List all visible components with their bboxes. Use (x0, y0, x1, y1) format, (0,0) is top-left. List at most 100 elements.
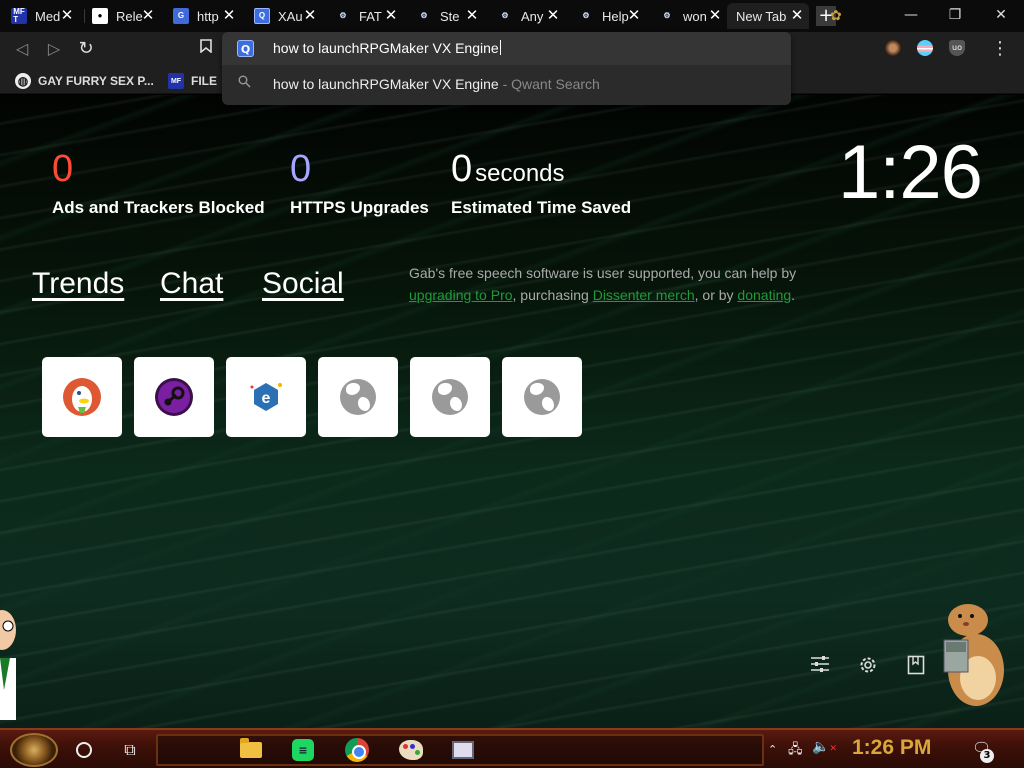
globe-icon: ◍ (15, 73, 31, 89)
close-icon[interactable]: ✕ (708, 8, 722, 23)
time-saved-value: 0 seconds (451, 150, 565, 193)
tab-xau[interactable]: Q XAu ✕ (243, 3, 322, 29)
omnibox-suggestion[interactable]: how to launchRPGMaker VX Engine - Qwant … (222, 69, 791, 99)
back-icon[interactable]: ◁ (12, 39, 32, 59)
suggestion-text: how to launchRPGMaker VX Engine - Qwant … (273, 76, 600, 92)
close-icon[interactable]: ✕ (222, 8, 236, 23)
close-icon[interactable]: ✕ (627, 8, 641, 23)
chat-app-button[interactable]: ≡ (290, 737, 316, 763)
customize-icon[interactable] (809, 655, 831, 677)
text-caret (499, 40, 501, 55)
file-explorer-button[interactable] (238, 737, 264, 763)
time-saved-number: 0 (451, 148, 473, 190)
ads-blocked-count: 0 (52, 148, 74, 190)
forward-icon[interactable]: ▷ (44, 39, 64, 59)
taskbar-clock[interactable]: 1:26 PM (852, 736, 931, 760)
close-icon[interactable]: ✕ (790, 8, 804, 23)
close-icon[interactable]: ✕ (384, 8, 398, 23)
flag-extension-icon[interactable] (917, 40, 933, 56)
hamster-character-image (943, 604, 1004, 706)
taskbar: ⧉ ≡ ⌃ 🖧 🔈✕ 1:26 PM 🗨 3 (0, 728, 1024, 768)
bookmarks-icon[interactable] (905, 655, 927, 677)
upgrade-pro-link[interactable]: upgrading to Pro (409, 287, 513, 303)
time-saved-unit: seconds (475, 160, 565, 187)
task-view-icon[interactable]: ⧉ (120, 740, 140, 760)
steam-icon: ⚙ (420, 11, 428, 20)
tab-fat[interactable]: ⚙ FAT ✕ (324, 3, 403, 29)
chrome-button[interactable] (344, 737, 370, 763)
speaker-icon: 🔈 (812, 739, 830, 755)
gab-text-part: Gab's free speech software is user suppo… (409, 265, 797, 281)
tab-strip: MF T Med ✕ ● Rele ✕ G http ✕ Q XAu ✕ ⚙ FA… (0, 0, 1024, 32)
bookmark-label: GAY FURRY SEX P... (38, 74, 154, 88)
steam-icon: ⚙ (501, 11, 509, 20)
avatar-icon[interactable] (885, 40, 901, 56)
bookmark-item[interactable]: ◍ GAY FURRY SEX P... (15, 72, 154, 90)
qwant-icon: Q (254, 8, 270, 24)
ublock-icon[interactable]: uo (949, 40, 965, 56)
address-input-value: how to launchRPGMaker VX Engine (273, 40, 499, 56)
settings-icon[interactable] (857, 655, 879, 677)
address-bar[interactable]: Q how to launchRPGMaker VX Engine (222, 32, 791, 65)
tab-new-tab[interactable]: New Tab ✕ (727, 3, 809, 29)
steam-icon (155, 378, 193, 416)
close-window-button[interactable]: ✕ (978, 0, 1024, 30)
chrome-icon (345, 738, 369, 762)
remote-desktop-button[interactable] (450, 737, 476, 763)
notification-count-badge: 3 (980, 749, 994, 763)
globe-icon (432, 379, 468, 415)
search-icon (238, 75, 251, 92)
bookmark-label: FILE (191, 74, 217, 88)
github-icon: ● (92, 8, 108, 24)
steam-tile[interactable] (134, 357, 214, 437)
social-link[interactable]: Social (262, 267, 344, 301)
site-tile-1[interactable] (318, 357, 398, 437)
paint-button[interactable] (398, 737, 424, 763)
suggestion-query: how to launchRPGMaker VX Engine (273, 76, 499, 92)
site-tile-2[interactable] (410, 357, 490, 437)
time-saved-label: Estimated Time Saved (451, 198, 632, 217)
new-tab-page: 0 0 0 seconds Ads and Trackers Blocked HT… (0, 95, 1024, 728)
ntp-clock: 1:26 (838, 130, 983, 215)
dissenter-merch-link[interactable]: Dissenter merch (593, 287, 695, 303)
tab-med[interactable]: MF T Med ✕ (0, 3, 79, 29)
volume-muted-icon[interactable]: 🔈✕ (812, 739, 837, 755)
edge-tile[interactable]: e (226, 357, 306, 437)
close-icon[interactable]: ✕ (465, 8, 479, 23)
address-input[interactable]: how to launchRPGMaker VX Engine (273, 40, 501, 56)
trends-link[interactable]: Trends (32, 267, 124, 301)
close-icon[interactable]: ✕ (303, 8, 317, 23)
tray-overflow-icon[interactable]: ⌃ (768, 743, 777, 756)
steam-icon: ⚙ (663, 11, 671, 20)
menu-icon[interactable]: ⋮ (990, 39, 1010, 59)
duckduckgo-icon (63, 378, 101, 416)
suggestion-engine: - Qwant Search (498, 76, 600, 92)
steam-icon: ⚙ (339, 11, 347, 20)
start-button[interactable] (10, 733, 58, 767)
site-tile-3[interactable] (502, 357, 582, 437)
duckduckgo-tile[interactable] (42, 357, 122, 437)
network-icon[interactable]: 🖧 (788, 740, 803, 762)
donate-link[interactable]: donating (737, 287, 791, 303)
palette-icon (399, 740, 423, 760)
reload-icon[interactable]: ↻ (76, 39, 96, 59)
mft-icon: MF T (11, 8, 27, 24)
chat-link[interactable]: Chat (160, 267, 223, 301)
restore-button[interactable]: ❐ (932, 0, 978, 30)
tab-ste[interactable]: ⚙ Ste ✕ (405, 3, 484, 29)
tab-rele[interactable]: ● Rele ✕ (81, 3, 160, 29)
minimize-button[interactable]: — (888, 0, 934, 30)
close-icon[interactable]: ✕ (546, 8, 560, 23)
qwant-icon: Q (237, 40, 254, 57)
tab-won[interactable]: ⚙ won ✕ (648, 3, 727, 29)
bookmark-item[interactable]: MF FILE (168, 72, 217, 90)
bookmark-icon[interactable] (196, 39, 216, 59)
tab-any[interactable]: ⚙ Any ✕ (486, 3, 565, 29)
close-icon[interactable]: ✕ (141, 8, 155, 23)
svg-text:e: e (262, 390, 271, 407)
tab-http[interactable]: G http ✕ (162, 3, 241, 29)
cortana-icon[interactable] (76, 742, 92, 758)
tab-help[interactable]: ⚙ Help ✕ (567, 3, 646, 29)
https-upgrades-label: HTTPS Upgrades (290, 198, 429, 217)
close-icon[interactable]: ✕ (60, 8, 74, 23)
